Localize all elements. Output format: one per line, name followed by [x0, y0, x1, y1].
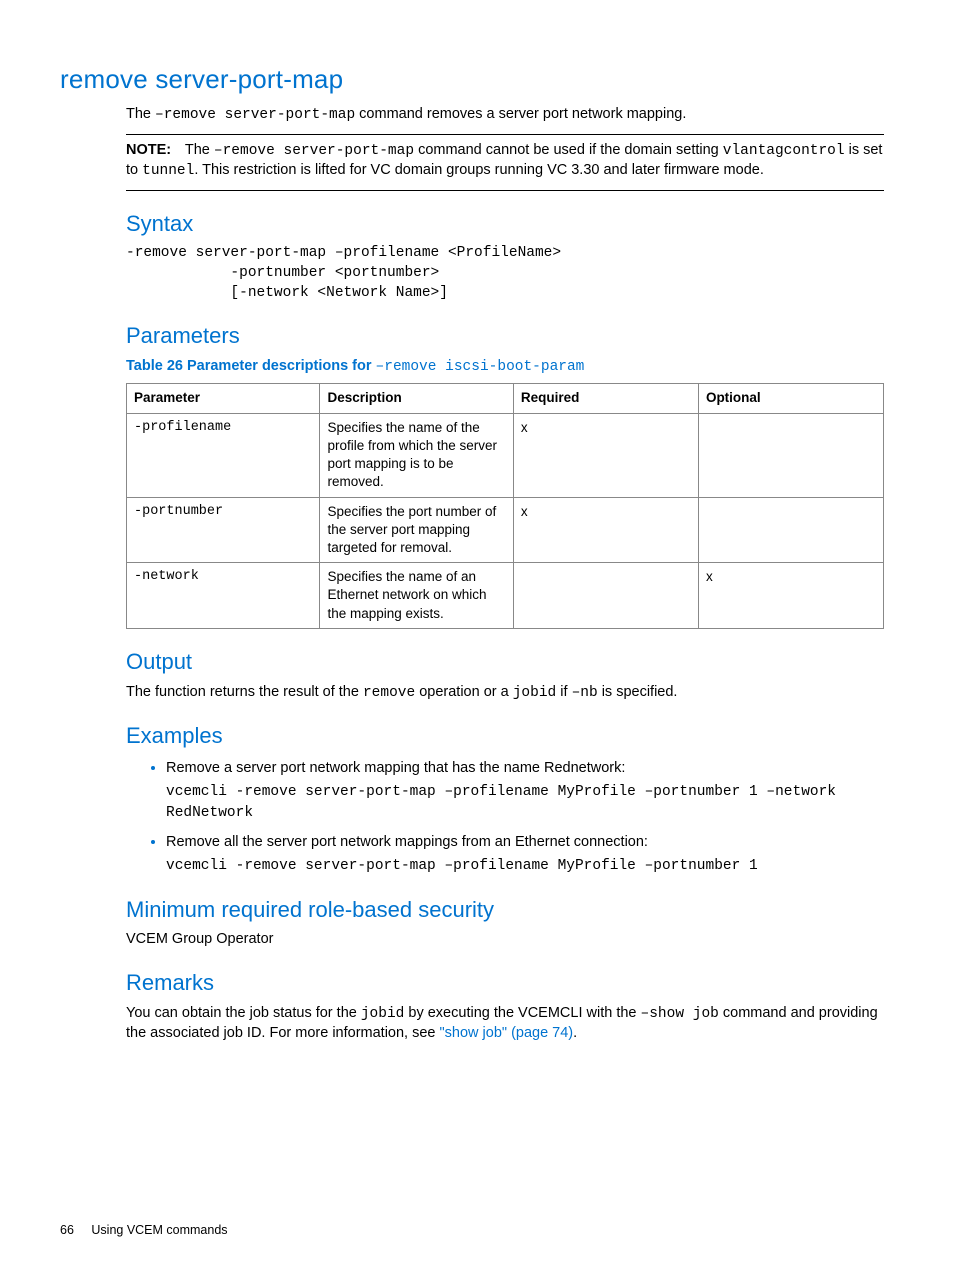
output-remove: remove [363, 685, 415, 701]
remarks-jobid: jobid [361, 1006, 405, 1022]
remarks-showjob: –show job [641, 1006, 719, 1022]
table-caption: Table 26 Parameter descriptions for –rem… [126, 357, 884, 378]
table-header-row: Parameter Description Required Optional [127, 384, 884, 413]
table-row: -network Specifies the name of an Ethern… [127, 563, 884, 629]
output-nb: –nb [572, 685, 598, 701]
table-row: -profilename Specifies the name of the p… [127, 413, 884, 497]
page-title: remove server-port-map [60, 62, 884, 97]
syntax-code: -remove server-port-map –profilename <Pr… [126, 244, 884, 303]
param-opt: x [698, 563, 883, 629]
param-name: -portnumber [127, 497, 320, 563]
note-tunnel: tunnel [142, 163, 194, 179]
note-vlantagcontrol: vlantagcontrol [723, 143, 845, 159]
param-name: -network [127, 563, 320, 629]
th-parameter: Parameter [127, 384, 320, 413]
footer-section: Using VCEM commands [91, 1223, 227, 1237]
param-opt [698, 413, 883, 497]
minrole-text: VCEM Group Operator [126, 930, 884, 950]
output-mid: operation or a [415, 684, 513, 700]
note-text-1b: command cannot be used if the domain set… [414, 142, 723, 158]
output-post: is specified. [598, 684, 678, 700]
th-optional: Optional [698, 384, 883, 413]
output-pre: The function returns the result of the [126, 684, 363, 700]
note-label: NOTE: [126, 142, 171, 158]
param-name: -profilename [127, 413, 320, 497]
remarks-p1: You can obtain the job status for the [126, 1005, 361, 1021]
caption-pre: Table 26 Parameter descriptions for [126, 358, 376, 374]
example-code: vcemcli -remove server-port-map –profile… [166, 782, 884, 823]
page-number: 66 [60, 1223, 74, 1237]
example-text: Remove a server port network mapping tha… [166, 759, 884, 779]
param-desc: Specifies the name of an Ethernet networ… [320, 563, 513, 629]
remarks-heading: Remarks [126, 968, 884, 998]
param-req [513, 563, 698, 629]
table-row: -portnumber Specifies the port number of… [127, 497, 884, 563]
examples-list: Remove a server port network mapping tha… [126, 757, 884, 877]
param-desc: Specifies the port number of the server … [320, 497, 513, 563]
param-req: x [513, 497, 698, 563]
intro-paragraph: The –remove server-port-map command remo… [126, 105, 884, 126]
list-item: Remove a server port network mapping tha… [166, 757, 884, 823]
parameters-table: Parameter Description Required Optional … [126, 383, 884, 628]
note-text-1a: The [185, 142, 214, 158]
output-paragraph: The function returns the result of the r… [126, 683, 884, 704]
output-heading: Output [126, 647, 884, 677]
syntax-heading: Syntax [126, 209, 884, 239]
param-req: x [513, 413, 698, 497]
th-description: Description [320, 384, 513, 413]
page-footer: 66 Using VCEM commands [60, 1222, 228, 1239]
note-cmd: –remove server-port-map [214, 143, 414, 159]
example-code: vcemcli -remove server-port-map –profile… [166, 856, 884, 876]
remarks-paragraph: You can obtain the job status for the jo… [126, 1004, 884, 1044]
th-required: Required [513, 384, 698, 413]
param-opt [698, 497, 883, 563]
caption-code: –remove iscsi-boot-param [376, 359, 585, 375]
output-jobid: jobid [513, 685, 557, 701]
note-text-2d: . This restriction is lifted for VC doma… [194, 162, 764, 178]
minrole-heading: Minimum required role-based security [126, 895, 884, 925]
remarks-p4: . [573, 1025, 577, 1041]
intro-post: command removes a server port network ma… [355, 106, 686, 122]
param-desc: Specifies the name of the profile from w… [320, 413, 513, 497]
remarks-p2: by executing the VCEMCLI with the [404, 1005, 640, 1021]
intro-command: –remove server-port-map [155, 107, 355, 123]
examples-heading: Examples [126, 721, 884, 751]
note-box: NOTE: The –remove server-port-map comman… [126, 134, 884, 191]
list-item: Remove all the server port network mappi… [166, 831, 884, 877]
output-mid2: if [556, 684, 571, 700]
example-text: Remove all the server port network mappi… [166, 833, 884, 853]
intro-pre: The [126, 106, 155, 122]
show-job-link[interactable]: "show job" (page 74) [440, 1025, 574, 1041]
parameters-heading: Parameters [126, 321, 884, 351]
